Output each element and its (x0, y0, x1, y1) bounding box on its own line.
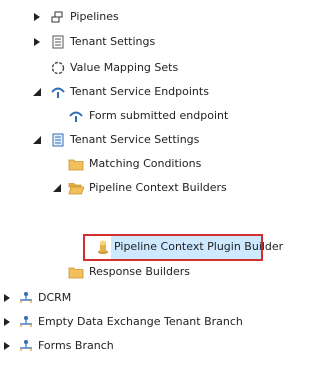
tree-item-matching-conditions[interactable]: Matching Conditions (0, 152, 279, 176)
tree-item-label: Tenant Service Settings (70, 133, 200, 146)
collapse-arrow-icon[interactable] (32, 80, 42, 104)
folder-open-icon (68, 180, 85, 196)
tree-item-response-builders[interactable] (0, 233, 279, 257)
endpoint-icon (50, 84, 66, 100)
tree-item-dcrm[interactable]: DCRM (0, 286, 279, 310)
collapse-arrow-icon[interactable] (32, 128, 42, 152)
tree-item-tenant-settings[interactable]: Tenant Settings (0, 30, 279, 54)
tenant-branch-icon (18, 314, 34, 330)
settings-document-icon (50, 132, 66, 148)
tree-item-forms-testing-tenant[interactable] (0, 346, 279, 370)
tree-item-empty-data-exchange-tenant-branch[interactable]: Empty Data Exchange Tenant Branch (0, 310, 279, 334)
tree-item-label: Value Mapping Sets (70, 61, 179, 74)
tree-item-label: Pipeline Context Builders (89, 181, 227, 194)
tree-item-tenant-service-settings[interactable]: Tenant Service Settings (0, 128, 279, 152)
tree-item-tenant-service-endpoints[interactable]: Tenant Service Endpoints (0, 80, 279, 104)
tree-item-label: Response Builders (89, 265, 190, 278)
tree-item-label: Matching Conditions (89, 157, 202, 170)
tree-item-label: DCRM (38, 291, 72, 304)
tree-item-label: Tenant Settings (70, 35, 156, 48)
endpoint-icon (68, 108, 84, 124)
folder-icon (68, 156, 84, 172)
settings-document-icon (50, 34, 66, 50)
tree-item-label: Empty Data Exchange Tenant Branch (38, 315, 243, 328)
tree-item-label: Form submitted endpoint (89, 109, 229, 122)
expand-arrow-icon[interactable] (2, 310, 12, 334)
expand-arrow-icon[interactable] (2, 286, 12, 310)
expand-arrow-icon[interactable] (32, 30, 42, 54)
tree-item-pipelines[interactable]: Pipelines (0, 5, 279, 29)
tenant-branch-icon (18, 290, 34, 306)
collapse-arrow-icon[interactable] (52, 176, 62, 200)
expand-arrow-icon[interactable] (32, 5, 42, 29)
tree-item-response-builders[interactable]: Response Builders (0, 260, 279, 284)
folder-icon (68, 264, 84, 280)
tree-item-value-mapping-sets[interactable]: Value Mapping Sets (0, 56, 279, 80)
pipeline-icon (50, 9, 66, 25)
tree-item-label: Pipelines (70, 10, 119, 23)
tree-item-form-submitted-endpoint[interactable]: Form submitted endpoint (0, 104, 279, 128)
tree-item-pipeline-context-builders[interactable]: Pipeline Context Builders (0, 176, 279, 200)
tree-item-label: Tenant Service Endpoints (70, 85, 209, 98)
mapping-circle-icon (50, 60, 66, 76)
